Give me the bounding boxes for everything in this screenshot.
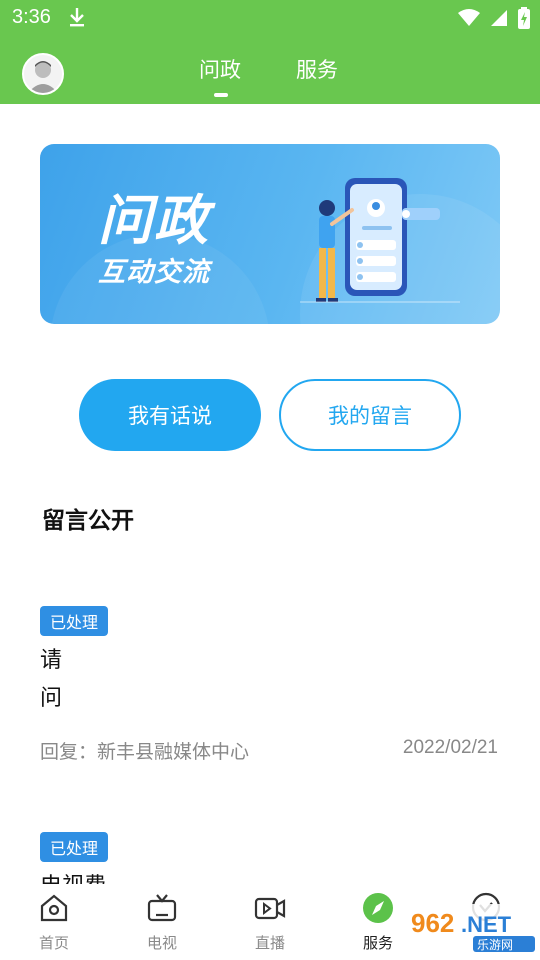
speak-button[interactable]: 我有话说	[79, 379, 261, 451]
banner-subtitle: 互动交流	[98, 257, 210, 288]
message-line: 请	[40, 648, 63, 673]
message-line: 问	[40, 686, 63, 711]
tab-wenzheng[interactable]: 问政	[199, 54, 241, 84]
nav-home-label: 首页	[38, 934, 69, 952]
status-badge: 已处理	[40, 832, 109, 862]
message-date: 2022/02/21	[402, 737, 498, 758]
active-tab-indicator	[214, 93, 228, 97]
app-header: 问政 服务	[0, 36, 540, 104]
battery-icon	[518, 7, 530, 33]
home-icon	[38, 892, 70, 924]
avatar[interactable]	[22, 53, 64, 95]
section-title: 留言公开	[42, 508, 134, 534]
banner-title: 问政	[98, 189, 210, 252]
nav-tv-label: 电视	[146, 934, 177, 952]
status-badge: 已处理	[40, 606, 109, 636]
wenzheng-banner[interactable]: 问政 互动交流	[40, 144, 500, 324]
tv-icon	[146, 892, 178, 924]
download-icon	[68, 6, 86, 32]
nav-tv[interactable]: 电视	[122, 884, 202, 960]
reply-source: 回复：新丰县融媒体中心	[40, 741, 250, 763]
svg-text:962: 962	[411, 908, 454, 938]
my-messages-button[interactable]: 我的留言	[279, 379, 461, 451]
live-video-icon	[254, 892, 286, 924]
svg-text:.NET: .NET	[461, 912, 512, 937]
watermark-logo: 962 .NET 乐游网	[403, 900, 537, 956]
status-bar: 3:36	[0, 0, 540, 36]
compass-icon	[362, 892, 394, 924]
nav-live[interactable]: 直播	[230, 884, 310, 960]
nav-live-label: 直播	[254, 934, 285, 952]
svg-text:乐游网: 乐游网	[477, 938, 513, 952]
tab-fuwu[interactable]: 服务	[296, 54, 338, 84]
status-time: 3:36	[12, 6, 51, 28]
nav-home[interactable]: 首页	[14, 884, 94, 960]
wifi-icon	[458, 9, 480, 31]
signal-icon	[490, 9, 508, 31]
